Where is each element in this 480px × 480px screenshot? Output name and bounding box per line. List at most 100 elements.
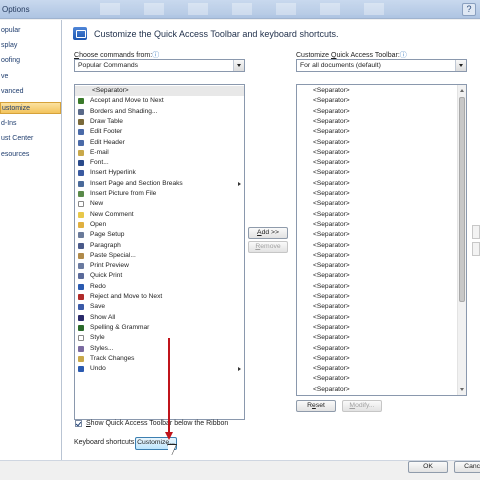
nav-item[interactable]: splay: [0, 40, 61, 52]
nav-item[interactable]: d-Ins: [0, 118, 61, 130]
ok-button[interactable]: OK: [408, 461, 448, 473]
command-list-item[interactable]: Quick Print: [75, 271, 244, 281]
command-list-item[interactable]: New: [75, 199, 244, 209]
command-list-item[interactable]: Page Setup: [75, 230, 244, 240]
qat-list-item[interactable]: <Separator>: [313, 148, 350, 158]
customize-qat-dropdown[interactable]: For all documents (default): [296, 59, 467, 72]
move-down-button[interactable]: [472, 242, 480, 256]
command-list-item[interactable]: Font...: [75, 158, 244, 168]
nav-item[interactable]: ust Center: [0, 133, 61, 145]
qat-list-item[interactable]: <Separator>: [313, 199, 350, 209]
commands-list[interactable]: <Separator> Accept and Move to Next Border…: [74, 84, 245, 420]
qat-list-item[interactable]: <Separator>: [313, 333, 350, 343]
add-button[interactable]: Add >>: [248, 227, 288, 239]
submenu-arrow-icon: [238, 181, 241, 186]
command-list-item[interactable]: Paste Special...: [75, 251, 244, 261]
qat-list-item[interactable]: <Separator>: [313, 86, 350, 96]
qat-list-item[interactable]: <Separator>: [313, 127, 350, 137]
options-nav: opular splay oofing ve vanced ustomize d-Ins us…: [0, 20, 62, 460]
window-title: Options: [2, 5, 30, 14]
qat-list-item[interactable]: <Separator>: [313, 241, 350, 251]
command-list-item[interactable]: Accept and Move to Next: [75, 96, 244, 106]
qat-list-item[interactable]: <Separator>: [313, 354, 350, 364]
command-list-item[interactable]: Track Changes: [75, 354, 244, 364]
command-list-item[interactable]: <Separator>: [75, 86, 244, 96]
help-button[interactable]: ?: [462, 3, 476, 16]
command-list-item[interactable]: Insert Picture from File: [75, 189, 244, 199]
command-label: New: [90, 200, 104, 208]
command-list-item[interactable]: E-mail: [75, 148, 244, 158]
command-list-item[interactable]: Reject and Move to Next: [75, 292, 244, 302]
command-list-item[interactable]: New Comment: [75, 210, 244, 220]
command-list-item[interactable]: Draw Table: [75, 117, 244, 127]
scroll-down-icon[interactable]: [460, 388, 464, 391]
command-label: Page Setup: [90, 231, 125, 239]
command-list-item[interactable]: Edit Header: [75, 138, 244, 148]
nav-item[interactable]: oofing: [0, 55, 61, 67]
command-list-item[interactable]: Insert Page and Section Breaks: [75, 179, 244, 189]
nav-item[interactable]: ustomize: [0, 102, 61, 114]
qat-list-item[interactable]: <Separator>: [313, 282, 350, 292]
command-list-item[interactable]: Print Preview: [75, 261, 244, 271]
show-below-ribbon-checkbox[interactable]: [75, 420, 82, 427]
command-list-item[interactable]: Insert Hyperlink: [75, 168, 244, 178]
nav-item[interactable]: ve: [0, 71, 61, 83]
qat-list-item[interactable]: <Separator>: [313, 189, 350, 199]
qat-list-item[interactable]: <Separator>: [313, 364, 350, 374]
command-list-item[interactable]: Undo: [75, 364, 244, 374]
qat-list-item[interactable]: <Separator>: [313, 168, 350, 178]
qat-list[interactable]: <Separator> <Separator> <Separator> <Separa…: [296, 84, 467, 396]
qat-list-item[interactable]: <Separator>: [313, 117, 350, 127]
qat-list-item[interactable]: <Separator>: [313, 385, 350, 395]
qat-list-item[interactable]: <Separator>: [313, 220, 350, 230]
qat-list-item[interactable]: <Separator>: [313, 96, 350, 106]
scroll-up-icon[interactable]: [460, 89, 464, 92]
qat-list-item[interactable]: <Separator>: [313, 374, 350, 384]
command-list-item[interactable]: Open: [75, 220, 244, 230]
chevron-down-icon[interactable]: [455, 60, 466, 71]
command-label: Print Preview: [90, 262, 129, 270]
qat-list-item[interactable]: <Separator>: [313, 344, 350, 354]
qat-list-item[interactable]: <Separator>: [313, 271, 350, 281]
move-up-button[interactable]: [472, 225, 480, 239]
command-list-item[interactable]: Edit Footer: [75, 127, 244, 137]
command-list-item[interactable]: Styles...: [75, 344, 244, 354]
cancel-button[interactable]: Cance: [454, 461, 480, 473]
scroll-thumb[interactable]: [459, 97, 465, 302]
command-list-item[interactable]: Paragraph: [75, 241, 244, 251]
nav-item[interactable]: opular: [0, 25, 61, 37]
reset-button[interactable]: Reset: [296, 400, 336, 412]
command-list-item[interactable]: Redo: [75, 282, 244, 292]
nav-item[interactable]: vanced: [0, 86, 61, 98]
qat-list-item[interactable]: <Separator>: [313, 323, 350, 333]
qat-scrollbar[interactable]: [457, 85, 466, 395]
qat-list-item[interactable]: <Separator>: [313, 230, 350, 240]
qat-list-item[interactable]: <Separator>: [313, 251, 350, 261]
command-icon: [78, 129, 84, 136]
submenu-arrow-icon: [238, 367, 241, 372]
qat-list-item[interactable]: <Separator>: [313, 302, 350, 312]
command-label: Quick Print: [90, 272, 123, 280]
command-list-item[interactable]: Spelling & Grammar: [75, 323, 244, 333]
nav-item[interactable]: esources: [0, 149, 61, 161]
command-label: Spelling & Grammar: [90, 323, 150, 331]
command-list-item[interactable]: Style: [75, 333, 244, 343]
command-list-item[interactable]: Borders and Shading...: [75, 107, 244, 117]
command-list-item[interactable]: Save: [75, 302, 244, 312]
qat-list-item[interactable]: <Separator>: [313, 107, 350, 117]
qat-list-item[interactable]: <Separator>: [313, 313, 350, 323]
command-list-item[interactable]: Show All: [75, 313, 244, 323]
command-icon: [78, 170, 84, 177]
qat-list-item[interactable]: <Separator>: [313, 158, 350, 168]
choose-commands-dropdown[interactable]: Popular Commands: [74, 59, 245, 72]
qat-list-item[interactable]: <Separator>: [313, 261, 350, 271]
remove-button[interactable]: Remove: [248, 241, 288, 253]
qat-list-item[interactable]: <Separator>: [313, 292, 350, 302]
qat-list-item[interactable]: <Separator>: [313, 210, 350, 220]
qat-list-item[interactable]: <Separator>: [313, 138, 350, 148]
command-icon: [78, 211, 84, 218]
chevron-down-icon[interactable]: [233, 60, 244, 71]
modify-button[interactable]: Modify...: [342, 400, 382, 412]
qat-list-item[interactable]: <Separator>: [313, 179, 350, 189]
command-label: Paste Special...: [90, 251, 136, 259]
